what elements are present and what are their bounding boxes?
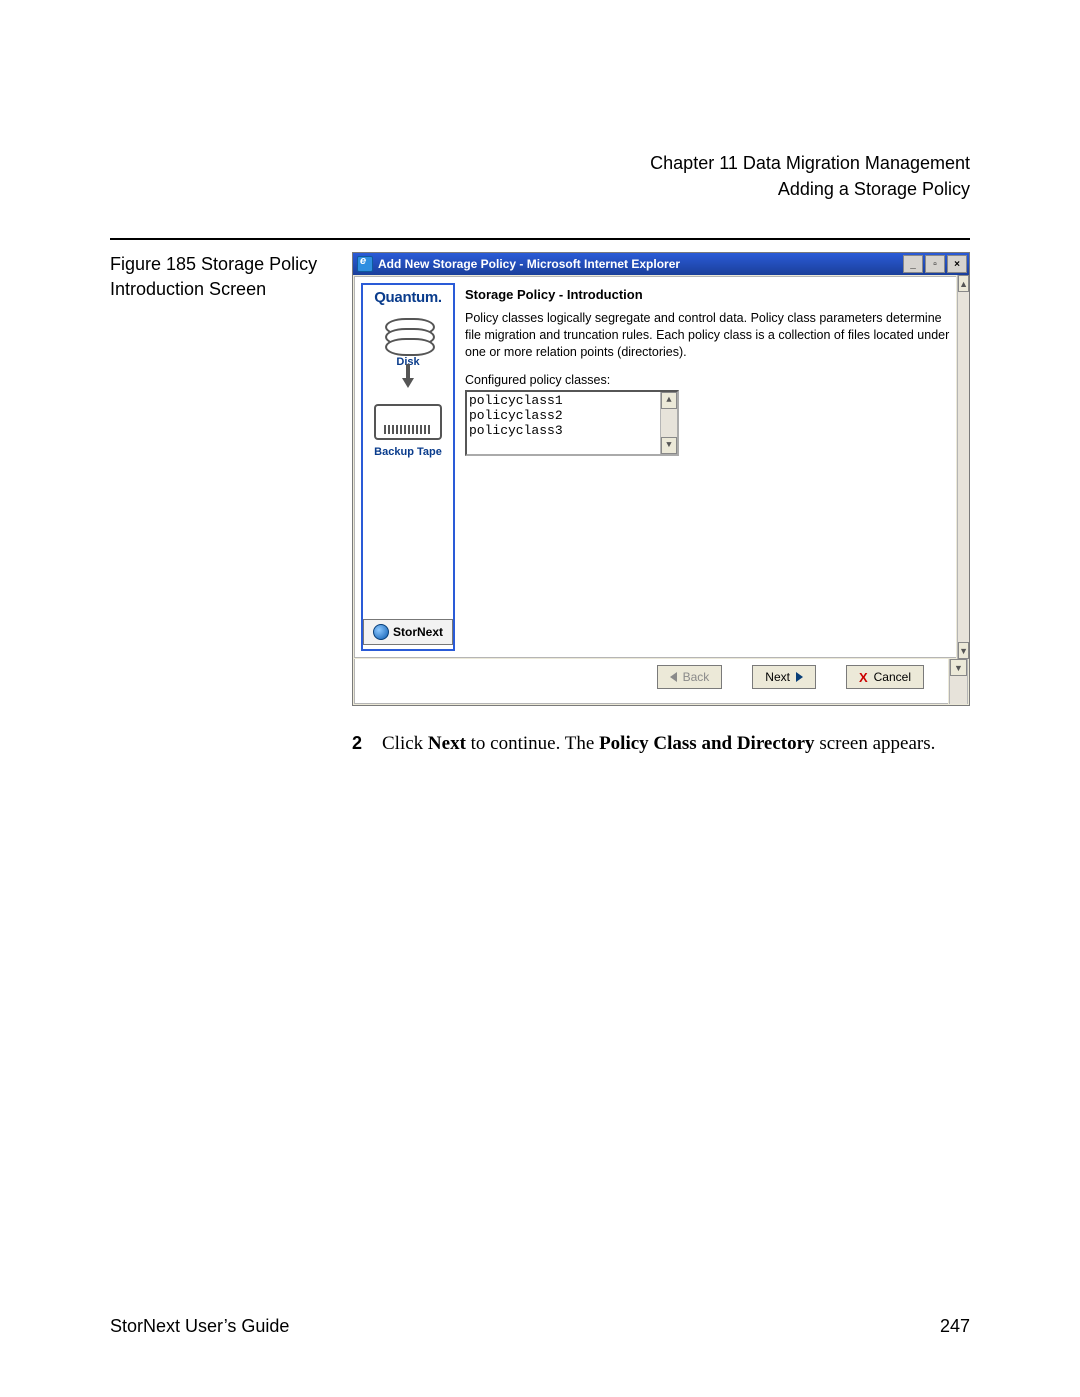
minimize-button[interactable]: _ [903,255,923,273]
wizard-buttons: Back Next X Cancel [354,659,948,704]
figure-caption: Figure 185 Storage Policy Introduction S… [110,252,328,302]
product-badge: StorNext [363,619,453,645]
section-label: Adding a Storage Policy [110,176,970,202]
brand-label: Quantum. [374,289,442,306]
configured-label: Configured policy classes: [465,373,950,387]
page: Chapter 11 Data Migration Management Add… [0,0,1080,1397]
next-button[interactable]: Next [752,665,816,689]
disk-icon [385,318,431,350]
product-label: StorNext [393,625,443,639]
scroll-down-icon[interactable]: ▼ [950,659,967,676]
footer-page-number: 247 [940,1316,970,1337]
triangle-right-icon [796,672,803,682]
page-scrollbar[interactable]: ▲ ▼ [957,275,969,659]
instruction-step: 2 Click Next to continue. The Policy Cla… [352,730,970,759]
content-description: Policy classes logically segregate and c… [465,310,950,361]
ie-icon [357,256,373,272]
page-footer: StorNext User’s Guide 247 [110,1316,970,1337]
figure-block: Figure 185 Storage Policy Introduction S… [110,238,970,706]
page-header: Chapter 11 Data Migration Management Add… [110,150,970,202]
scroll-up-icon[interactable]: ▲ [958,275,969,292]
maximize-button[interactable]: ▫ [925,255,945,273]
globe-icon [373,624,389,640]
list-item[interactable]: policyclass1 [469,393,675,408]
scroll-up-icon[interactable]: ▲ [661,392,677,409]
policy-class-listbox[interactable]: policyclass1 policyclass2 policyclass3 ▲… [465,390,679,456]
screenshot-window: Add New Storage Policy - Microsoft Inter… [352,252,970,706]
listbox-scrollbar[interactable]: ▲ ▼ [660,392,677,454]
tape-label: Backup Tape [374,446,442,458]
window-title: Add New Storage Policy - Microsoft Inter… [378,257,680,271]
arrow-down-icon [402,378,414,388]
page-scrollbar-bottom[interactable]: ▼ [949,659,968,704]
x-icon: X [859,670,868,685]
content-title: Storage Policy - Introduction [465,287,950,302]
triangle-left-icon [670,672,677,682]
window-client: Quantum. Disk Backup Tape StorNext [354,276,956,658]
back-button: Back [657,665,723,689]
cancel-button[interactable]: X Cancel [846,665,924,689]
step-text: Click Next to continue. The Policy Class… [382,730,935,759]
list-item[interactable]: policyclass2 [469,408,675,423]
step-number: 2 [352,730,370,759]
chapter-label: Chapter 11 Data Migration Management [110,150,970,176]
list-item[interactable]: policyclass3 [469,423,675,438]
scroll-down-icon[interactable]: ▼ [661,437,677,454]
scroll-down-icon[interactable]: ▼ [958,642,969,659]
wizard-content: Storage Policy - Introduction Policy cla… [459,277,956,657]
tape-icon [374,408,442,440]
footer-left: StorNext User’s Guide [110,1316,289,1337]
wizard-sidebar: Quantum. Disk Backup Tape StorNext [361,283,455,651]
close-button[interactable]: × [947,255,967,273]
window-titlebar: Add New Storage Policy - Microsoft Inter… [353,253,969,275]
